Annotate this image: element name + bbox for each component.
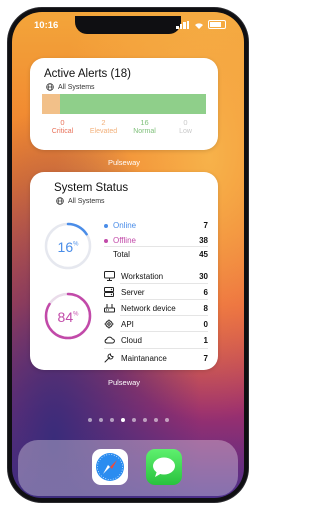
status-widget-label: Pulseway: [107, 378, 141, 387]
home-screen: 10:16 Active Alerts (18) All Systems 0 C…: [12, 12, 244, 498]
alerts-legend: 0 Critical 2 Elevated 16 Normal 0 Low: [42, 118, 206, 136]
online-percent-unit: %: [73, 241, 79, 248]
notch: [75, 16, 181, 34]
network-device-label: Network device: [121, 303, 176, 313]
category-row-server: Server 6: [104, 287, 208, 297]
offline-label: Offline: [113, 236, 136, 245]
normal-count: 16: [140, 118, 149, 127]
phone-frame: 10:16 Active Alerts (18) All Systems 0 C…: [8, 8, 248, 502]
workstation-label: Workstation: [121, 271, 164, 281]
dock: [18, 440, 238, 496]
page-indicator[interactable]: [12, 418, 244, 422]
total-label: Total: [113, 250, 130, 259]
status-icons: [176, 20, 226, 29]
divider: [120, 283, 208, 284]
total-row: Total 45: [104, 250, 208, 259]
status-subtitle-text: All Systems: [68, 197, 105, 205]
divider: [104, 348, 208, 349]
category-row-workstation: Workstation 30: [104, 271, 208, 281]
maintenance-label: Maintanance: [121, 353, 167, 363]
system-status-widget[interactable]: System Status All Systems 16% 84% Online…: [30, 172, 218, 370]
server-icon: [104, 287, 114, 297]
page-dot[interactable]: [98, 418, 103, 422]
server-value: 6: [203, 287, 208, 297]
page-dot[interactable]: [142, 418, 147, 422]
online-value: 7: [203, 221, 208, 230]
messages-app-icon[interactable]: [146, 449, 182, 485]
page-dot-active[interactable]: [120, 418, 125, 422]
offline-row: Offline 38: [104, 236, 208, 245]
network-device-value: 8: [203, 303, 208, 313]
alerts-bar-critical: [42, 94, 60, 114]
elevated-count: 2: [101, 118, 106, 127]
alerts-bar: [42, 94, 206, 114]
divider: [120, 315, 208, 316]
elevated-label: Elevated: [89, 128, 118, 135]
monitor-icon: [104, 271, 115, 281]
maintenance-value: 7: [203, 353, 208, 363]
alerts-subtitle-text: All Systems: [58, 83, 95, 91]
status-time: 10:16: [34, 20, 59, 31]
cloud-icon: [104, 336, 115, 344]
wifi-icon: [195, 22, 203, 29]
status-title: System Status: [54, 182, 129, 194]
globe-icon: [46, 83, 54, 91]
page-dot[interactable]: [109, 418, 114, 422]
normal-label: Normal: [133, 128, 156, 135]
offline-percent-value: 84: [57, 309, 74, 325]
category-row-network-device: Network device 8: [104, 303, 208, 313]
total-value: 45: [199, 250, 208, 259]
page-dot[interactable]: [153, 418, 158, 422]
safari-app-icon[interactable]: [92, 449, 128, 485]
api-icon: [104, 319, 114, 329]
divider: [120, 299, 208, 300]
online-dot: [104, 223, 108, 228]
api-label: API: [121, 319, 134, 329]
page-dot[interactable]: [87, 418, 92, 422]
low-count: 0: [183, 118, 188, 127]
offline-gauge-text: 84%: [42, 309, 94, 327]
server-label: Server: [121, 287, 145, 297]
cloud-label: Cloud: [121, 335, 142, 345]
alerts-subtitle: All Systems: [46, 83, 95, 91]
legend-elevated: 2 Elevated: [83, 118, 124, 136]
category-row-api: API 0: [104, 319, 208, 329]
online-percent-value: 16: [57, 239, 74, 255]
globe-icon: [56, 197, 64, 205]
category-row-maintenance: Maintanance 7: [104, 353, 208, 363]
low-label: Low: [179, 128, 192, 135]
online-gauge-text: 16%: [42, 239, 94, 257]
online-row: Online 7: [104, 221, 208, 230]
legend-low: 0 Low: [165, 118, 206, 136]
critical-count: 0: [60, 118, 65, 127]
legend-critical: 0 Critical: [42, 118, 83, 136]
page-dot[interactable]: [164, 418, 169, 422]
active-alerts-widget[interactable]: Active Alerts (18) All Systems 0 Critica…: [30, 58, 218, 150]
divider: [120, 331, 208, 332]
page-dot[interactable]: [131, 418, 136, 422]
category-row-cloud: Cloud 1: [104, 335, 208, 345]
workstation-value: 30: [199, 271, 208, 281]
critical-label: Critical: [51, 128, 74, 135]
battery-icon: [208, 20, 226, 29]
offline-dot: [104, 238, 108, 243]
status-subtitle: All Systems: [56, 197, 105, 205]
compass-icon: [96, 453, 124, 481]
alerts-title: Active Alerts (18): [44, 68, 131, 80]
wrench-icon: [104, 353, 114, 363]
alerts-widget-label: Pulseway: [107, 158, 141, 167]
signal-icon: [176, 20, 190, 29]
cloud-value: 1: [203, 335, 208, 345]
offline-percent-unit: %: [73, 311, 79, 318]
offline-value: 38: [199, 236, 208, 245]
legend-normal: 16 Normal: [124, 118, 165, 136]
online-label: Online: [113, 221, 137, 230]
api-value: 0: [203, 319, 208, 329]
alerts-bar-rest: [60, 94, 206, 114]
divider: [104, 246, 208, 247]
speech-bubble-icon: [153, 457, 175, 477]
network-device-icon: [104, 304, 115, 313]
